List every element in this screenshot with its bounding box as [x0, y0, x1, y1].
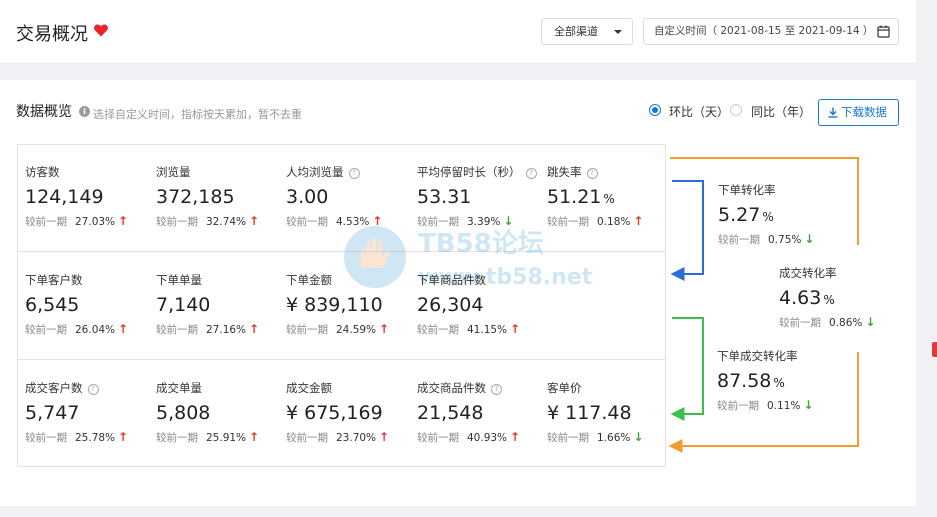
metric-value: 5.27	[718, 204, 761, 226]
metric: 下单转化率 5.27% 较前一期 0.75% ↓	[718, 182, 814, 246]
metric-label: 成交转化率	[779, 266, 837, 280]
arrow-down-icon: ↓	[803, 398, 814, 412]
arrow-down-icon: ↓	[865, 315, 876, 329]
flow-line-visitors-to-order	[670, 180, 704, 281]
metric: 下单成交转化率 87.58% 较前一期 0.11% ↓	[717, 348, 813, 412]
metric-change: 0.75%	[768, 234, 802, 246]
metric-unit: %	[773, 376, 785, 390]
compare-label: 较前一期	[718, 234, 760, 246]
metric-unit: %	[762, 210, 774, 224]
metric: 成交转化率 4.63% 较前一期 0.86% ↓	[779, 265, 875, 329]
metric-value: 87.58	[717, 370, 772, 392]
metric-change: 0.11%	[767, 400, 801, 412]
metric-unit: %	[823, 293, 835, 307]
side-tab[interactable]	[932, 342, 937, 357]
metric-label: 下单成交转化率	[717, 349, 798, 363]
flow-line-order-to-deal	[670, 317, 704, 421]
conversion-flow-diagram	[668, 157, 859, 453]
arrow-down-icon: ↓	[804, 232, 815, 246]
metric-value: 4.63	[779, 287, 822, 309]
compare-label: 较前一期	[779, 317, 821, 329]
metric-change: 0.86%	[829, 317, 863, 329]
compare-label: 较前一期	[717, 400, 759, 412]
metric-label: 下单转化率	[718, 183, 776, 197]
